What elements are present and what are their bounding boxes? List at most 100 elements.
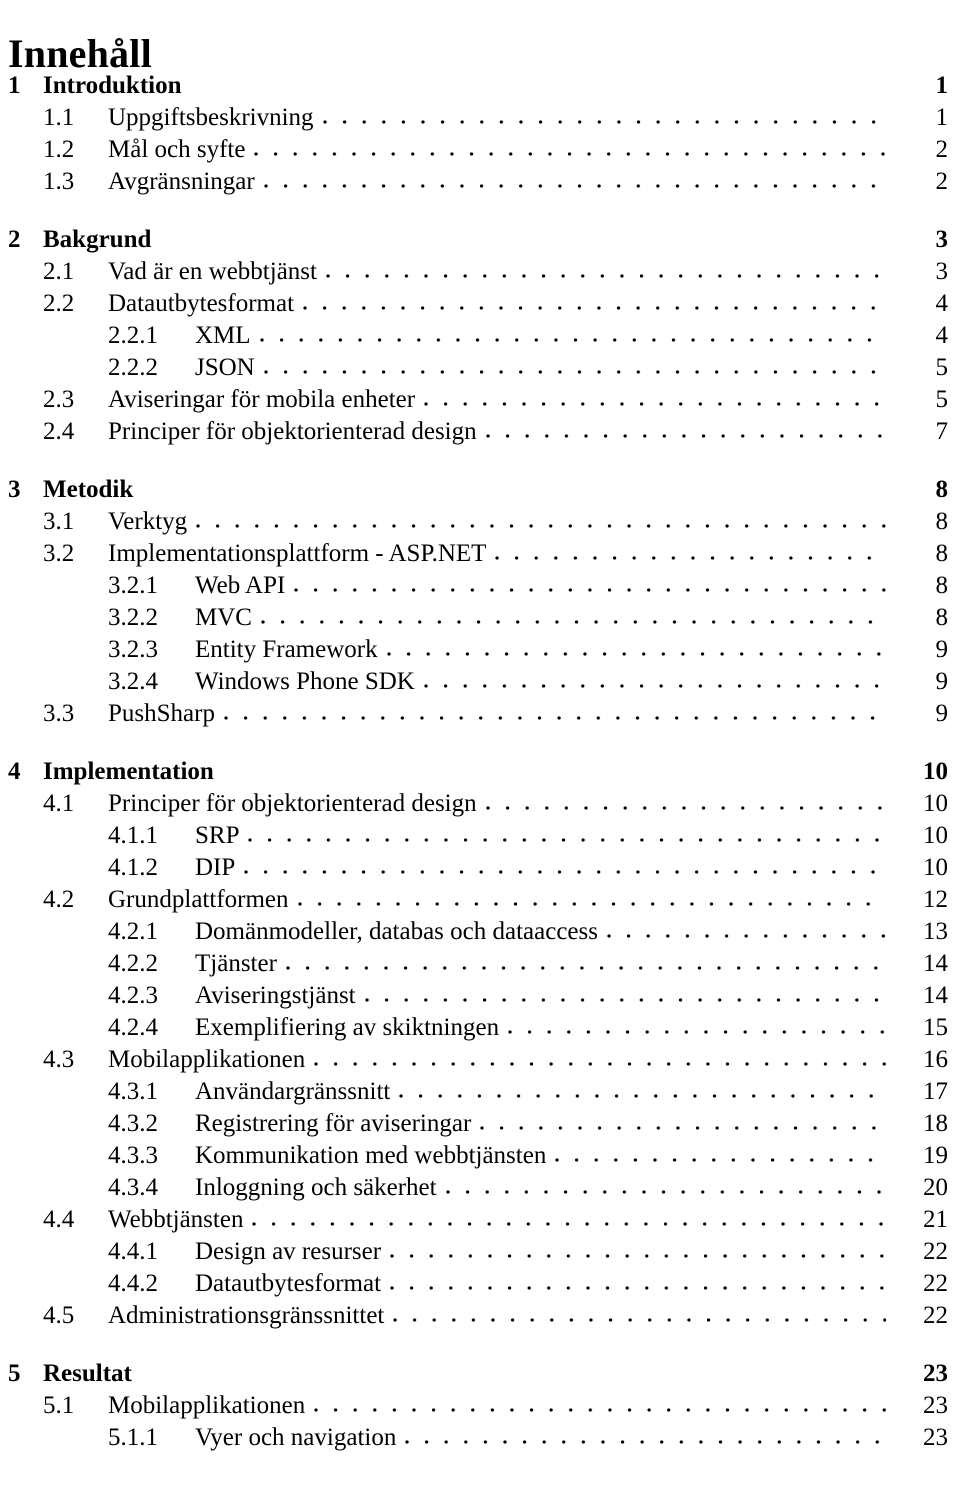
toc-entry-number: 3.2.1 xyxy=(108,572,158,599)
toc-entry-label: Verktyg xyxy=(108,508,188,535)
toc-entry[interactable]: 4.2.3 Aviseringstjänst 14 xyxy=(0,980,960,1012)
toc-entry-number: 4.2.1 xyxy=(108,918,158,945)
toc-entry-number: 4.2.4 xyxy=(108,1014,158,1041)
dot-leader xyxy=(485,420,886,444)
toc-entry[interactable]: 4.3.2 Registrering för aviseringar 18 xyxy=(0,1108,960,1140)
toc-entry-number: 1.2 xyxy=(43,136,75,163)
toc-entry[interactable]: 4.2 Grundplattformen 12 xyxy=(0,884,960,916)
toc-entry-number: 4.3.1 xyxy=(108,1078,158,1105)
toc-entry-label: Bakgrund xyxy=(43,226,152,253)
toc-entry-number: 2.2 xyxy=(43,290,75,317)
toc-entry-label: Administrationsgränssnittet xyxy=(108,1302,385,1329)
toc-entry[interactable]: 3.2 Implementationsplattform - ASP.NET 8 xyxy=(0,538,960,570)
dot-leader xyxy=(386,638,886,662)
toc-entry[interactable]: 2.2.2 JSON 5 xyxy=(0,352,960,384)
dot-leader xyxy=(495,542,886,566)
toc-entry-label: Principer för objektorienterad design xyxy=(108,790,477,817)
toc-entry[interactable]: 2.4 Principer för objektorienterad design… xyxy=(0,416,960,448)
toc-entry[interactable]: 3.1 Verktyg 8 xyxy=(0,506,960,538)
dot-leader xyxy=(364,984,886,1008)
toc-entry-number: 3.1 xyxy=(43,508,75,535)
dot-leader xyxy=(445,1176,886,1200)
toc-entry[interactable]: 4.2.4 Exemplifiering av skiktningen 15 xyxy=(0,1012,960,1044)
toc-entry-number: 4.3 xyxy=(43,1046,75,1073)
toc-entry-label: Resultat xyxy=(43,1360,132,1387)
dot-leader xyxy=(424,388,886,412)
toc-entry-number: 4.2 xyxy=(43,886,75,913)
toc-entry-label: Windows Phone SDK xyxy=(195,668,415,695)
toc-entry-number: 5.1 xyxy=(43,1392,75,1419)
dot-leader xyxy=(390,1272,886,1296)
dot-leader xyxy=(390,1240,886,1264)
toc-entry[interactable]: 4.3.1 Användargränssnitt 17 xyxy=(0,1076,960,1108)
dot-leader xyxy=(254,138,886,162)
toc-entry[interactable]: 4.1.1 SRP 10 xyxy=(0,820,960,852)
toc-entry-label: Webbtjänsten xyxy=(108,1206,244,1233)
toc-entry[interactable]: 3 Metodik 8 xyxy=(0,474,960,506)
toc-entry-page-number: 22 xyxy=(923,1270,948,1297)
toc-entry[interactable]: 1.3 Avgränsningar 2 xyxy=(0,166,960,198)
toc-entry[interactable]: 3.2.2 MVC 8 xyxy=(0,602,960,634)
toc-entry-label: Mobilapplikationen xyxy=(108,1046,306,1073)
toc-entry-page-number: 18 xyxy=(923,1110,948,1137)
toc-entry[interactable]: 5.1.1 Vyer och navigation 23 xyxy=(0,1422,960,1454)
toc-entry-number: 4.4 xyxy=(43,1206,75,1233)
toc-entry[interactable]: 2.2 Datautbytesformat 4 xyxy=(0,288,960,320)
toc-entry[interactable]: 4.5 Administrationsgränssnittet 22 xyxy=(0,1300,960,1332)
toc-entry[interactable]: 4.4 Webbtjänsten 21 xyxy=(0,1204,960,1236)
toc-entry-label: Domänmodeller, databas och dataaccess xyxy=(195,918,598,945)
toc-entry[interactable]: 4.4.2 Datautbytesformat 22 xyxy=(0,1268,960,1300)
toc-entry[interactable]: 1 Introduktion 1 xyxy=(0,70,960,102)
toc-entry[interactable]: 4.3.3 Kommunikation med webbtjänsten 19 xyxy=(0,1140,960,1172)
toc-entry-label: Kommunikation med webbtjänsten xyxy=(195,1142,547,1169)
toc-entry[interactable]: 4.2.1 Domänmodeller, databas och dataacce… xyxy=(0,916,960,948)
toc-entry[interactable]: 3.2.4 Windows Phone SDK 9 xyxy=(0,666,960,698)
toc-entry[interactable]: 4.1.2 DIP 10 xyxy=(0,852,960,884)
toc-entry[interactable]: 3.3 PushSharp 9 xyxy=(0,698,960,730)
toc-entry[interactable]: 2 Bakgrund 3 xyxy=(0,224,960,256)
toc-entry-number: 4.5 xyxy=(43,1302,75,1329)
toc-entry[interactable]: 4 Implementation 10 xyxy=(0,756,960,788)
dot-leader xyxy=(405,1426,886,1450)
toc-entry-number: 5 xyxy=(8,1360,21,1387)
toc-entry-number: 3.2.2 xyxy=(108,604,158,631)
toc-entry-page-number: 10 xyxy=(923,854,948,881)
toc-entry-label: Datautbytesformat xyxy=(108,290,295,317)
toc-entry-number: 2.2.1 xyxy=(108,322,158,349)
toc-entry[interactable]: 2.1 Vad är en webbtjänst 3 xyxy=(0,256,960,288)
toc-entry[interactable]: 1.2 Mål och syfte 2 xyxy=(0,134,960,166)
toc-entry-page-number: 10 xyxy=(923,758,948,785)
toc-entry-page-number: 8 xyxy=(935,476,949,503)
toc-entry[interactable]: 4.4.1 Design av resurser 22 xyxy=(0,1236,960,1268)
toc-entry-page-number: 3 xyxy=(935,226,949,253)
toc-entry-number: 2.1 xyxy=(43,258,75,285)
toc-entry[interactable]: 4.1 Principer för objektorienterad design… xyxy=(0,788,960,820)
dot-leader xyxy=(485,792,886,816)
toc-entry[interactable]: 4.3 Mobilapplikationen 16 xyxy=(0,1044,960,1076)
dot-leader xyxy=(260,606,886,630)
toc-entry[interactable]: 3.2.1 Web API 8 xyxy=(0,570,960,602)
toc-entry[interactable]: 2.2.1 XML 4 xyxy=(0,320,960,352)
dot-leader xyxy=(252,1208,886,1232)
toc-entry-label: Inloggning och säkerhet xyxy=(195,1174,437,1201)
toc-entry-number: 3.2 xyxy=(43,540,75,567)
toc-entry[interactable]: 3.2.3 Entity Framework 9 xyxy=(0,634,960,666)
toc-entry-number: 4.4.1 xyxy=(108,1238,158,1265)
toc-entry-page-number: 9 xyxy=(935,668,949,695)
toc-entry[interactable]: 5.1 Mobilapplikationen 23 xyxy=(0,1390,960,1422)
toc-entry-number: 1 xyxy=(8,72,21,99)
dot-leader xyxy=(393,1304,886,1328)
toc-entry[interactable]: 1.1 Uppgiftsbeskrivning 1 xyxy=(0,102,960,134)
toc-entry[interactable]: 2.3 Aviseringar för mobila enheter 5 xyxy=(0,384,960,416)
toc-entry-label: Tjänster xyxy=(195,950,277,977)
toc-entry-page-number: 1 xyxy=(935,72,949,99)
toc-entry-label: Metodik xyxy=(43,476,134,503)
toc-entry[interactable]: 4.3.4 Inloggning och säkerhet 20 xyxy=(0,1172,960,1204)
toc-entry[interactable]: 4.2.2 Tjänster 14 xyxy=(0,948,960,980)
toc-entry-label: Web API xyxy=(195,572,286,599)
toc-entry[interactable]: 5 Resultat 23 xyxy=(0,1358,960,1390)
toc-entry-label: Datautbytesformat xyxy=(195,1270,382,1297)
toc-entry-number: 5.1.1 xyxy=(108,1424,158,1451)
toc-entry-number: 4.1.2 xyxy=(108,854,158,881)
toc-entry-label: Implementationsplattform - ASP.NET xyxy=(108,540,487,567)
